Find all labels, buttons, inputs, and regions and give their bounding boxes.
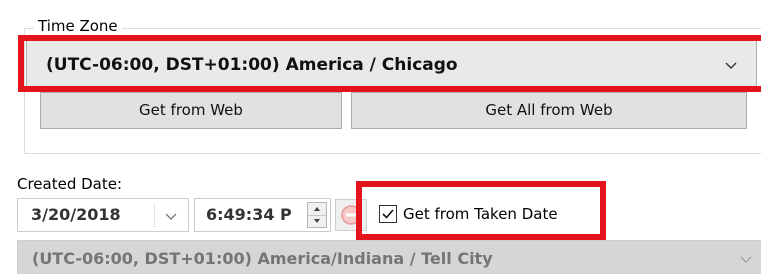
created-time-zone-value: (UTC-06:00, DST+01:00) America/Indiana /…	[32, 249, 493, 268]
chevron-down-icon[interactable]	[165, 210, 177, 222]
caret-down-icon[interactable]	[308, 215, 326, 228]
created-time-value: 6:49:34 P	[206, 205, 292, 224]
created-time-zone-dropdown[interactable]: (UTC-06:00, DST+01:00) America/Indiana /…	[17, 240, 761, 274]
time-zone-legend: Time Zone	[34, 16, 122, 36]
get-from-web-button[interactable]: Get from Web	[40, 92, 342, 129]
taken-date-highlight-box	[356, 181, 606, 240]
get-all-from-web-button[interactable]: Get All from Web	[351, 92, 747, 129]
time-spinner[interactable]	[307, 202, 327, 228]
created-date-panel: Time Zone (UTC-06:00, DST+01:00) America…	[0, 0, 761, 274]
time-zone-highlight-box	[18, 35, 761, 92]
created-time-picker[interactable]: 6:49:34 P	[194, 198, 331, 232]
caret-up-icon[interactable]	[308, 203, 326, 215]
created-date-picker[interactable]: 3/20/2018	[17, 198, 189, 232]
date-picker-divider	[154, 203, 155, 227]
created-date-label: Created Date:	[17, 175, 123, 193]
created-date-value: 3/20/2018	[31, 205, 121, 224]
chevron-down-icon	[740, 256, 752, 263]
